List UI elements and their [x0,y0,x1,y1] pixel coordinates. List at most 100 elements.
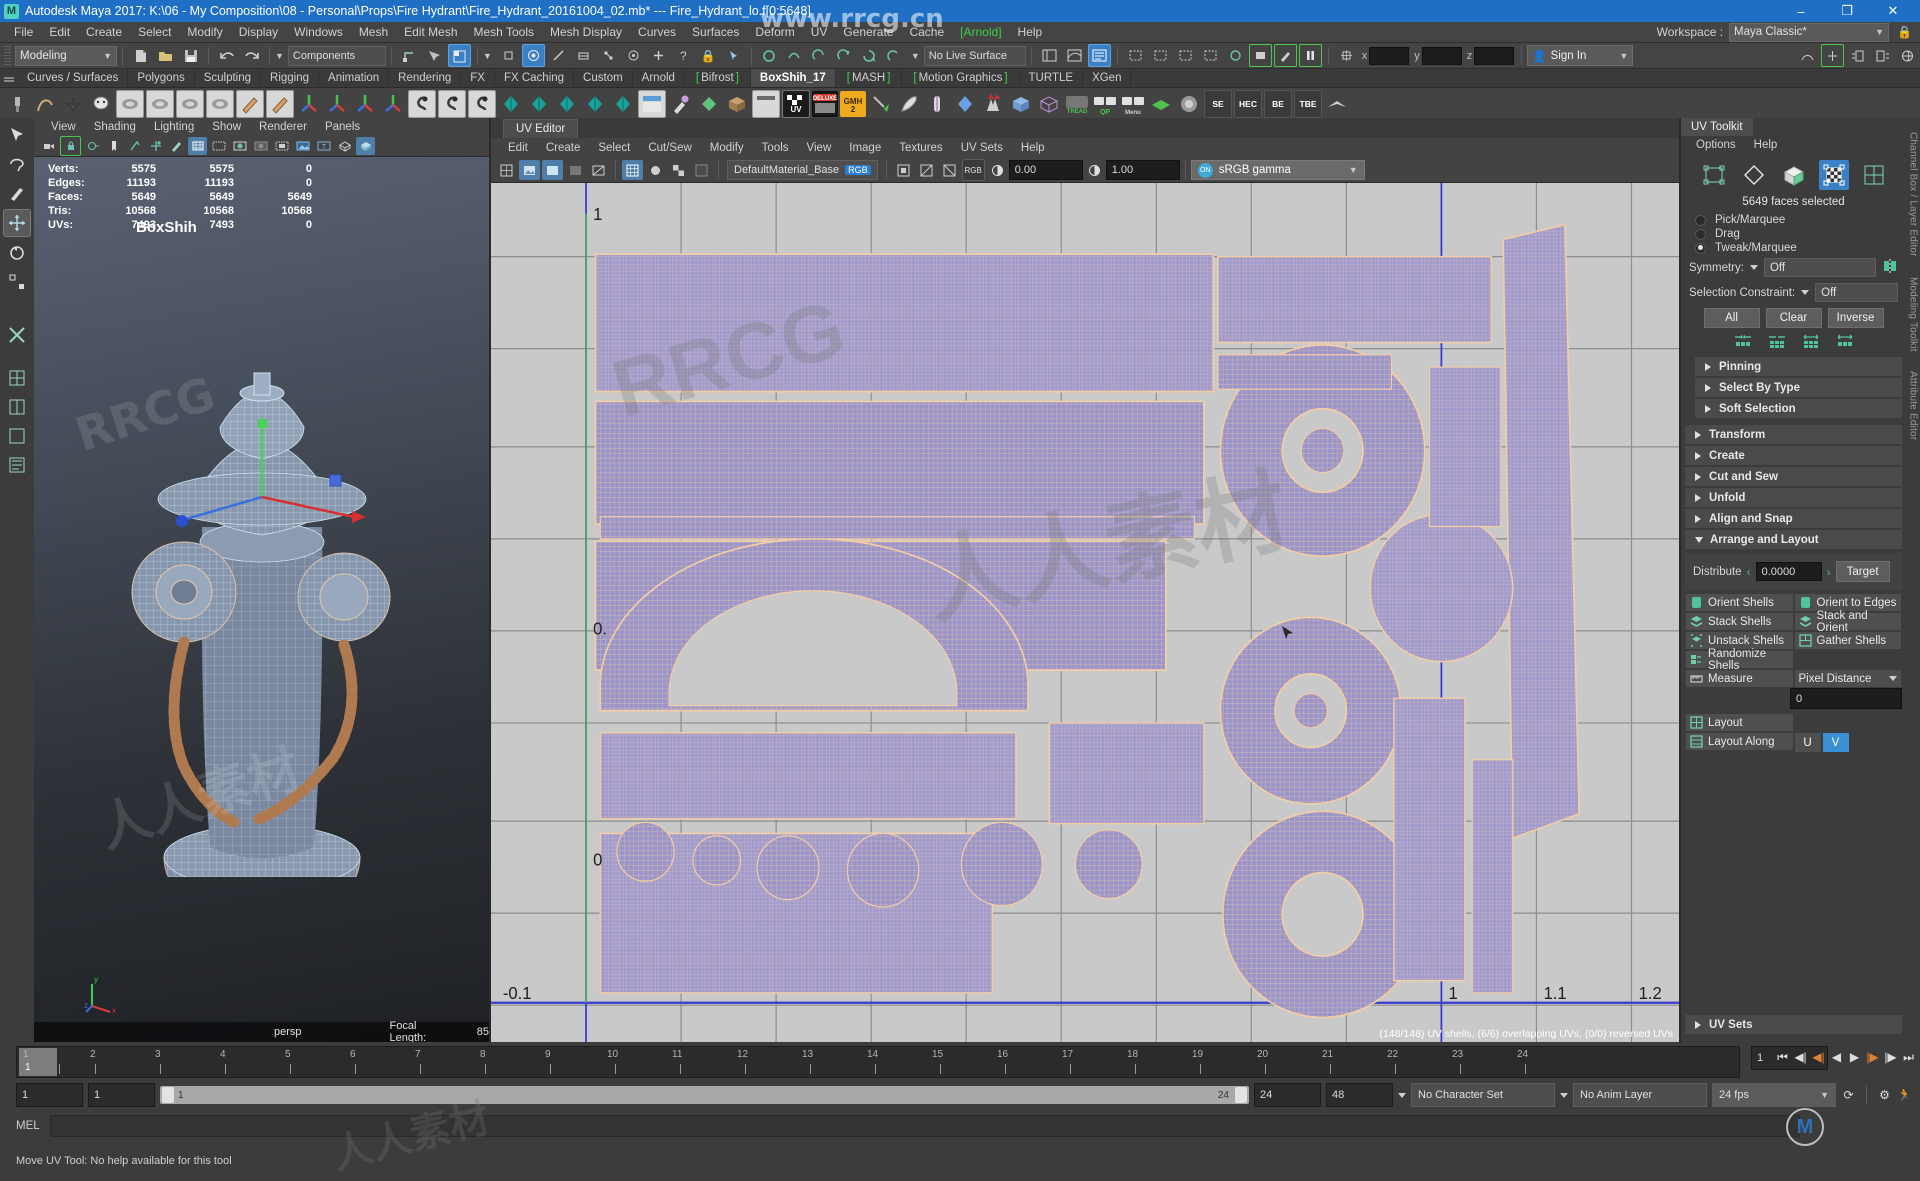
playback-start-field[interactable]: 24 [1254,1083,1321,1107]
lasso-tool-icon[interactable] [4,151,30,177]
menu-edit[interactable]: Edit [41,22,78,42]
scale-tool-icon[interactable] [4,269,30,295]
increment-icon[interactable]: › [1827,565,1831,579]
shelf-icon-ptop[interactable] [526,91,552,117]
show-hide-tool-settings-icon[interactable] [1871,44,1894,67]
range-slider-track[interactable]: 1 24 [160,1086,1249,1104]
selection-constraint-dropdown[interactable]: Off [1815,283,1898,302]
stack-and-orient-button[interactable]: Stack and Orient [1793,610,1902,634]
shelf-icon-label-se[interactable]: SE [1204,90,1232,118]
animation-preferences-icon[interactable]: ⚙ [1877,1084,1892,1106]
time-slider[interactable]: 1 1 2 3 4 5 6 7 8 9 10 11 12 13 14 15 16… [16,1046,1740,1078]
viewport-menu-lighting[interactable]: Lighting [145,121,203,133]
select-shell-border-icon[interactable] [1801,334,1821,351]
menu-mesh[interactable]: Mesh [351,22,396,42]
tab-uv-editor[interactable]: UV Editor [503,119,579,138]
sign-in-button[interactable]: 👤 Sign In ▼ [1527,45,1634,66]
uv-editor-canvas[interactable]: -0.1 1 1.1 1.2 1 0. 0 (148/148) UV shell… [491,183,1679,1042]
menu-uv[interactable]: UV [803,22,836,42]
radio-tweak-marquee[interactable]: Tweak/Marquee [1681,241,1906,255]
shelf-tab-fx-caching[interactable]: FX Caching [495,69,575,87]
range-handle-left[interactable] [162,1087,174,1103]
ipr-render-icon[interactable] [783,44,806,67]
step-forward-key-icon[interactable]: |▶ [1883,1046,1898,1068]
shelf-tab-boxshih-17[interactable]: BoxShih_17 [750,69,836,87]
uv-menu-uv-sets[interactable]: UV Sets [952,142,1012,154]
section-align-and-snap[interactable]: Align and Snap [1685,509,1902,528]
chevron-down-icon[interactable]: ▼ [911,51,920,61]
section-arrange-and-layout[interactable]: Arrange and Layout [1685,530,1902,549]
globe-icon[interactable] [1896,44,1919,67]
layout-along-u-button[interactable]: U [1793,732,1822,753]
snap-point-icon[interactable] [547,44,570,67]
measure-mode-dropdown[interactable]: Pixel Distance [1793,669,1902,688]
camera-attributes-icon[interactable] [83,137,102,155]
uv-toggle-uv-icon[interactable] [939,160,960,180]
menu-mesh-tools[interactable]: Mesh Tools [466,22,542,42]
select-inverse-button[interactable]: Inverse [1827,308,1884,328]
section-create[interactable]: Create [1685,446,1902,465]
playback-end-field[interactable]: 48 [1326,1083,1393,1107]
shelf-icon-cube-blue[interactable] [1008,91,1034,117]
shelf-icon-hist[interactable] [236,90,264,118]
measure-value-field[interactable]: 0 [1790,688,1902,709]
vtab-channel-box-layer-editor[interactable]: Channel Box / Layer Editor [1908,132,1919,257]
exposure-input[interactable]: 0.00 [1008,160,1083,180]
coord-z-input[interactable] [1474,46,1515,65]
shelf-icon-dap[interactable] [582,91,608,117]
toolbar-grip[interactable] [4,45,11,66]
uv-distortion-icon[interactable]: RGB [961,159,985,181]
shelf-icon-vn[interactable] [176,90,204,118]
single-pane-layout-icon[interactable] [4,423,30,449]
menu-arnold[interactable]: [Arnold] [952,22,1009,42]
uv-menu-help[interactable]: Help [1012,142,1054,154]
shelf-icon-label-hec[interactable]: HEC [1234,90,1262,118]
shelf-icon-uvhe[interactable] [498,91,524,117]
shelf-icon-uv-checker[interactable]: UV [782,90,810,118]
persp-layout-icon[interactable] [4,365,30,391]
snap-curve-icon[interactable] [521,44,545,67]
xray-joints-icon[interactable] [356,137,375,155]
character-pose-icon[interactable]: 🏃 [1897,1084,1912,1106]
help-question-icon[interactable]: ? [672,44,695,67]
snap-grid-icon[interactable] [497,44,520,67]
redo-icon[interactable] [240,44,263,67]
anim-start-field[interactable]: 1 [88,1083,155,1107]
lock-icon[interactable]: 🔒 [1897,25,1912,39]
stack-shells-button[interactable]: Stack Shells [1685,612,1794,631]
shelf-icon-label-tbe[interactable]: TBE [1294,90,1322,118]
live-surface-field[interactable]: No Live Surface [923,45,1026,66]
chevron-down-icon[interactable] [1398,1092,1406,1098]
play-backwards-icon[interactable]: ◀ [1829,1046,1844,1068]
select-shell-icon[interactable] [1835,334,1855,351]
viewport-menu-panels[interactable]: Panels [316,121,369,133]
bookmark-icon[interactable] [104,137,123,155]
shelf-icon-gmh2[interactable]: GMH 2 [840,91,866,117]
shelf-icon-feather[interactable] [896,91,922,117]
chevron-down-icon[interactable]: ▼ [483,51,492,61]
select-object-icon[interactable] [423,44,446,67]
shelf-icon-pillar[interactable] [924,91,950,117]
text-display-icon[interactable]: T [314,137,333,155]
selection-mask-dropdown[interactable]: Components [287,45,386,66]
image-plane-icon[interactable] [125,137,144,155]
vertex-mode-icon[interactable] [1739,160,1769,190]
shelf-icon-mp[interactable] [408,90,436,118]
menu-curves[interactable]: Curves [630,22,684,42]
open-attribute-editor-icon[interactable] [1087,44,1111,67]
uv-layout-svg[interactable]: -0.1 1 1.1 1.2 1 0. 0 [491,183,1679,1042]
shelf-icon-head[interactable] [88,91,114,117]
textured-display-icon[interactable] [272,137,291,155]
snap-view-plane-icon[interactable] [572,44,595,67]
shelf-icon-green-arrow[interactable] [868,91,894,117]
anim-layer-dropdown[interactable]: No Anim Layer [1573,1083,1707,1107]
chevron-down-icon[interactable] [1560,1092,1568,1098]
uv-menu-cut-sew[interactable]: Cut/Sew [639,142,700,154]
section-cut-and-sew[interactable]: Cut and Sew [1685,467,1902,486]
distribute-input[interactable]: 0.0000 [1755,562,1822,581]
select-component-icon[interactable] [447,44,471,67]
menu-cache[interactable]: Cache [901,22,952,42]
highlight-selection-icon[interactable] [722,44,745,67]
section-transform[interactable]: Transform [1685,425,1902,444]
shelf-icon-text[interactable] [610,91,636,117]
